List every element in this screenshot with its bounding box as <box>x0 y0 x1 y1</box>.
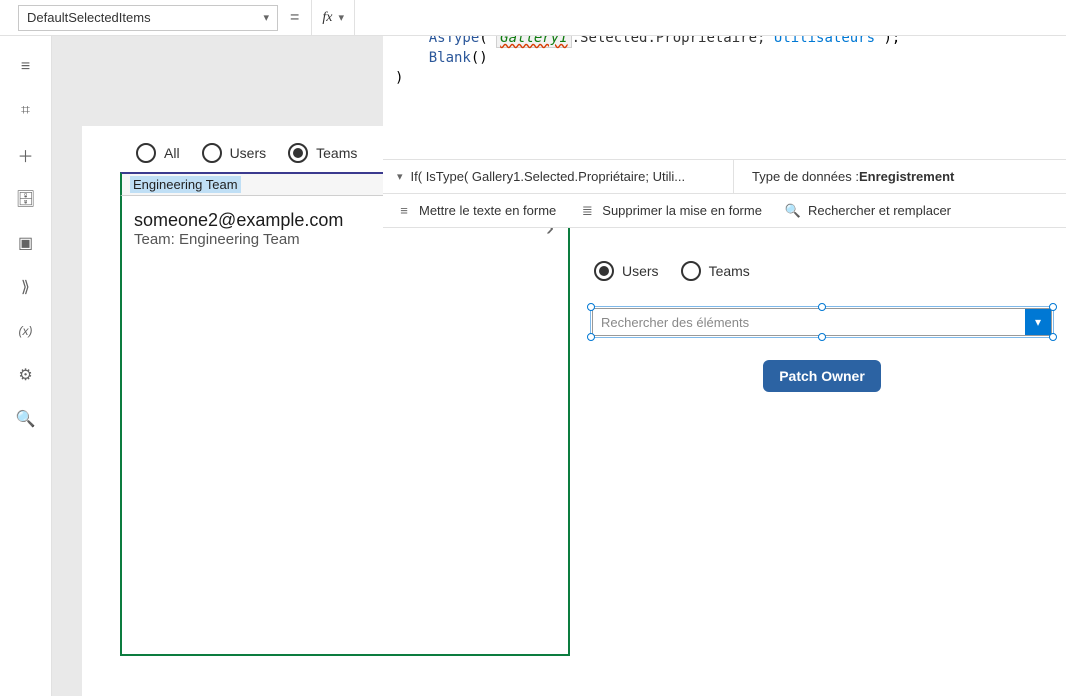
search-icon[interactable]: 🔍 <box>15 408 37 430</box>
top-bar: DefaultSelectedItems ▾ = fx ▾ <box>0 0 1066 36</box>
right-panel: Users Teams ▾ Patch Owne <box>592 252 1052 392</box>
media-icon[interactable]: ▣ <box>15 232 37 254</box>
variables-icon[interactable]: (x) <box>15 320 37 342</box>
gallery-item-subtitle: Team: Engineering Team <box>134 231 556 248</box>
format-text-button[interactable]: ≡ Mettre le texte en forme <box>397 203 556 218</box>
chevron-down-icon: ▾ <box>397 170 403 183</box>
selected-combobox-wrapper: ▾ <box>592 308 1052 336</box>
gallery-body[interactable]: someone2@example.com Team: Engineering T… <box>120 196 570 656</box>
datatype-label: Type de données :Enregistrement <box>733 160 972 193</box>
search-combobox[interactable]: ▾ <box>592 308 1052 336</box>
find-replace-button[interactable]: 🔍 Rechercher et remplacer <box>786 203 951 218</box>
right-radio-row: Users Teams <box>592 252 1052 290</box>
clear-format-button[interactable]: ≣ Supprimer la mise en forme <box>580 203 762 218</box>
chevron-down-icon: ▾ <box>1035 315 1041 329</box>
formula-snippet-text: If( IsType( Gallery1.Selected.Propriétai… <box>411 169 686 184</box>
radio-all[interactable]: All <box>136 143 180 163</box>
formula-subbar: ▾ If( IsType( Gallery1.Selected.Propriét… <box>383 160 1066 194</box>
property-dropdown[interactable]: DefaultSelectedItems ▾ <box>18 5 278 31</box>
patch-owner-button[interactable]: Patch Owner <box>763 360 881 392</box>
insert-icon[interactable]: ＋ <box>15 144 37 166</box>
radio-users-right[interactable]: Users <box>594 261 659 281</box>
fx-button[interactable]: fx ▾ <box>311 0 355 36</box>
radio-teams-right[interactable]: Teams <box>681 261 750 281</box>
chevron-down-icon: ▾ <box>338 11 344 24</box>
equals-label: = <box>290 9 299 27</box>
formula-tools: ≡ Mettre le texte en forme ≣ Supprimer l… <box>383 194 1066 228</box>
clear-format-icon: ≣ <box>580 204 594 218</box>
tree-icon[interactable]: ⌗ <box>15 100 37 122</box>
left-rail: ≡ ⌗ ＋ 🗄 ▣ ⟫ (x) ⚙ 🔍 <box>0 36 52 696</box>
radio-teams[interactable]: Teams <box>288 143 357 163</box>
advanced-icon[interactable]: ⟫ <box>15 276 37 298</box>
property-dropdown-value: DefaultSelectedItems <box>27 10 151 25</box>
search-input[interactable] <box>593 315 1025 330</box>
formula-snippet[interactable]: ▾ If( IsType( Gallery1.Selected.Propriét… <box>383 169 733 184</box>
combobox-toggle-button[interactable]: ▾ <box>1025 309 1051 335</box>
chevron-down-icon: ▾ <box>263 11 269 24</box>
format-icon: ≡ <box>397 204 411 218</box>
radio-users[interactable]: Users <box>202 143 267 163</box>
search-icon: 🔍 <box>786 204 800 218</box>
data-icon[interactable]: 🗄 <box>15 188 37 210</box>
hamburger-icon[interactable]: ≡ <box>15 56 37 78</box>
tools-icon[interactable]: ⚙ <box>15 364 37 386</box>
fx-label: fx <box>322 10 332 26</box>
